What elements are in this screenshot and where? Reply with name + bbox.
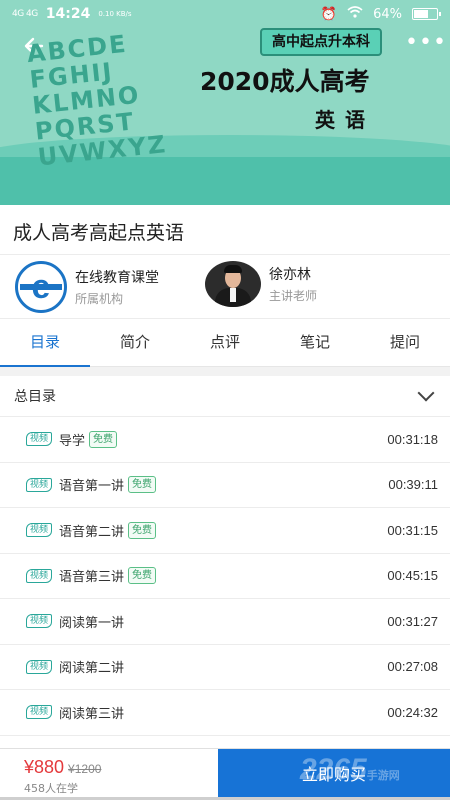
teacher-role: 主讲老师 [269,289,318,303]
teacher-name: 徐亦林 [269,267,311,283]
lesson-row[interactable]: 视频补全对话第一讲00:35:34 [0,736,450,749]
tab-intro[interactable]: 简介 [90,319,180,366]
lesson-row[interactable]: 视频 语音第三讲 免费 00:45:15 [0,554,450,599]
buy-now-button[interactable]: 立即购买 [218,749,450,800]
teacher-avatar [205,261,261,307]
alarm-icon: ⏰ [320,6,338,22]
learner-count: 458人在学 [24,782,78,795]
network-speed: 0.10 KB/s [98,9,132,18]
more-dots-icon: ••• [405,30,447,55]
free-badge: 免费 [128,476,157,494]
free-badge: 免费 [128,567,157,585]
lesson-row[interactable]: 视频 阅读第二讲 00:27:08 [0,645,450,690]
course-tabs: 目录 简介 点评 笔记 提问 [0,319,450,367]
org-logo: e [15,261,67,313]
lesson-duration: 00:24:32 [387,704,438,720]
organization[interactable]: e 在线教育课堂 所属机构 [15,261,159,313]
battery-percent: 64% [373,6,402,22]
free-badge: 免费 [128,521,157,539]
banner-tag: 高中起点升本科 [260,28,382,56]
price: ¥880 [24,757,65,777]
catalog-title: 总目录 [14,389,56,405]
clock: 14:24 [45,6,91,22]
lesson-row[interactable]: 视频 导学 免费 00:31:18 [0,417,450,463]
lesson-row[interactable]: 视频 阅读第一讲 00:31:27 [0,599,450,645]
banner-letters: ABCDE FGHIJ KLMNO PQRST UVWXYZ [25,29,169,172]
video-badge: 视频 [26,523,53,538]
original-price: ¥1200 [68,762,102,776]
video-badge: 视频 [26,568,53,583]
lesson-title: 语音第二讲 [59,524,125,540]
video-badge: 视频 [26,705,53,720]
lesson-duration: 00:45:15 [387,568,438,584]
lesson-title: 阅读第二讲 [59,661,125,677]
lesson-row[interactable]: 视频 语音第二讲 免费 00:31:15 [0,508,450,554]
lesson-duration: 00:31:27 [387,613,438,629]
lesson-title: 语音第一讲 [59,479,125,495]
more-button[interactable]: ••• [405,32,446,56]
lesson-duration: 00:31:15 [387,522,438,538]
lesson-row[interactable]: 视频 阅读第三讲 00:24:32 [0,690,450,736]
lesson-duration: 00:39:11 [388,477,438,493]
tab-notes[interactable]: 笔记 [270,319,360,366]
catalog-header[interactable]: 总目录 [0,376,450,417]
status-bar: 4G 4G 14:24 0.10 KB/s ⏰ 64% [0,0,450,28]
course-title: 成人高考高起点英语 [13,222,185,244]
lesson-duration: 00:31:18 [387,431,438,447]
video-badge: 视频 [26,477,53,492]
banner-title: 2020成人高考 [200,67,370,96]
battery-icon [412,8,441,20]
lesson-title: 导学 [59,433,86,449]
tab-reviews[interactable]: 点评 [180,319,270,366]
org-name: 在线教育课堂 [75,270,159,286]
lesson-list: 视频 导学 免费 00:31:18 视频 语音第一讲 免费 00:39:11 视频 语音第二讲 免费… [0,417,450,748]
lesson-title: 阅读第一讲 [59,615,125,631]
course-catalog: 总目录 视频 导学 免费 00:31:18 视频 语音第一讲 免费 00:39:11 视频 语音第… [0,376,450,748]
course-banner: 4G 4G 14:24 0.10 KB/s ⏰ 64% ••• ABCDE FG… [0,0,450,205]
lesson-title: 语音第三讲 [59,570,125,586]
video-badge: 视频 [26,432,53,447]
lesson-title: 阅读第三讲 [59,706,125,722]
signal-indicator: 4G 4G [12,9,38,19]
video-badge: 视频 [26,614,53,629]
free-badge: 免费 [89,430,118,448]
lesson-duration: 00:27:08 [387,659,438,675]
divider [0,254,450,255]
org-role: 所属机构 [75,292,124,306]
wifi-icon [347,6,363,22]
banner-subject: 英语 [315,108,375,132]
chevron-down-icon[interactable] [417,384,435,402]
teacher[interactable]: 徐亦林 主讲老师 [205,261,317,307]
lesson-row[interactable]: 视频 语音第一讲 免费 00:39:11 [0,463,450,508]
video-badge: 视频 [26,659,53,674]
tab-questions[interactable]: 提问 [360,319,450,366]
purchase-bar: ¥880 ¥1200 458人在学 立即购买 2265手游网 [0,748,450,800]
tab-catalog[interactable]: 目录 [0,319,90,367]
